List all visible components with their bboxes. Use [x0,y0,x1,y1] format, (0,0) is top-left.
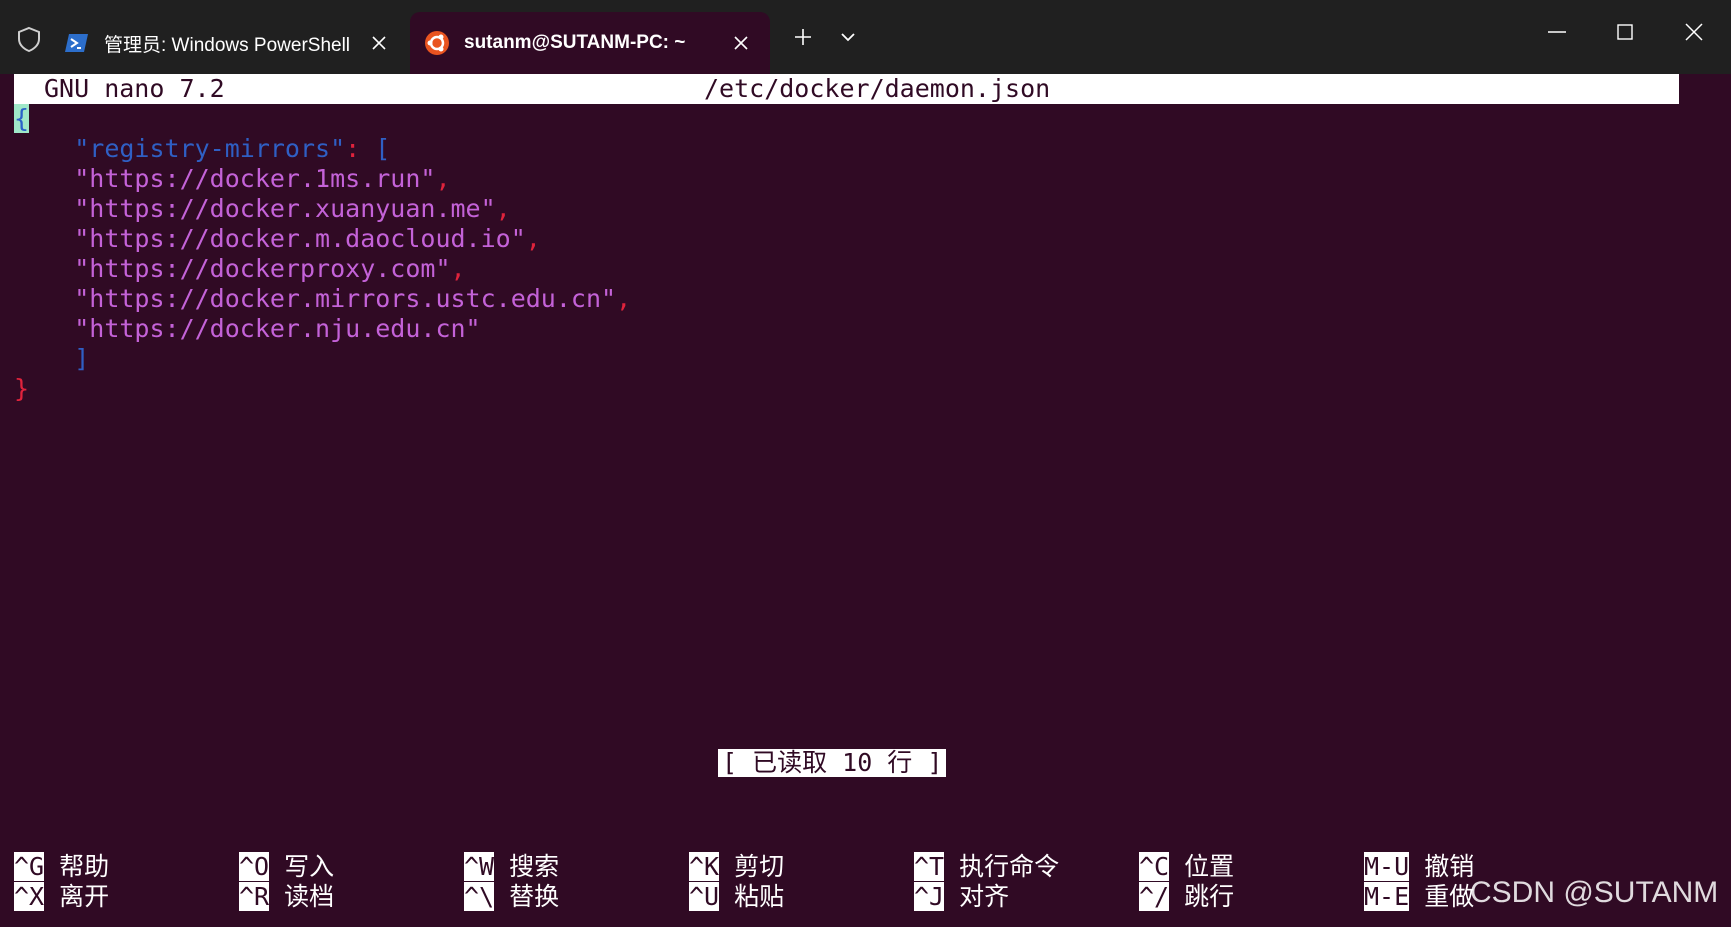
shortcut-key: ^O [239,852,270,881]
json-colon: : [345,134,361,163]
plus-icon [795,29,811,45]
shortcut-key: ^T [914,852,945,881]
maximize-button[interactable] [1592,10,1658,54]
shortcut-redo[interactable]: M-E 重做 [1364,882,1474,912]
code-line: "https://docker.mirrors.ustc.edu.cn", [14,284,631,314]
shortcut-location[interactable]: ^C 位置 [1139,852,1234,882]
shortcut-key: ^W [464,852,495,881]
shortcut-key: M-U [1364,852,1410,881]
shortcut-label: 跳行 [1184,882,1235,911]
tab-label: 管理员: Windows PowerShell [104,34,351,56]
shortcut-key: ^J [914,882,945,911]
shortcut-key: ^U [689,882,720,911]
shortcut-label: 位置 [1184,852,1235,881]
nano-version: GNU nano 7.2 [44,74,225,103]
shortcut-help[interactable]: ^G 帮助 [14,852,109,882]
shortcut-key: ^C [1139,852,1170,881]
status-message: [ 已读取 10 行 ] [718,749,947,777]
shield-icon[interactable] [14,24,44,54]
shortcut-read[interactable]: ^R 读档 [239,882,334,912]
shortcut-write[interactable]: ^O 写入 [239,852,334,882]
code-line: "registry-mirrors": [ [14,134,390,164]
code-line: "https://dockerproxy.com", [14,254,466,284]
file-name: /etc/docker/daemon.json [704,74,1051,103]
shortcut-key: ^K [689,852,720,881]
close-tab-icon[interactable] [726,28,756,58]
tab-label: sutanm@SUTANM-PC: ~ [464,32,686,53]
shortcut-label: 执行命令 [959,852,1060,881]
shortcut-label: 对齐 [959,882,1010,911]
minimize-icon [1548,31,1566,33]
json-brace-close: } [14,374,30,403]
new-tab-button[interactable] [783,20,823,54]
shortcut-label: 撤销 [1424,852,1475,881]
shortcut-label: 重做 [1424,882,1475,911]
shortcut-key: ^R [239,882,270,911]
mirror-url: "https://docker.xuanyuan.me" [74,194,496,223]
shortcut-label: 帮助 [59,852,110,881]
code-line: "https://docker.nju.edu.cn" [14,314,481,344]
json-comma: , [435,164,451,193]
shortcut-undo[interactable]: M-U 撤销 [1364,852,1474,882]
code-line: { [14,104,30,134]
maximize-icon [1617,24,1633,40]
shortcut-search[interactable]: ^W 搜索 [464,852,559,882]
ubuntu-icon [425,31,449,55]
terminal-area[interactable]: GNU nano 7.2 /etc/docker/daemon.json { "… [0,74,1731,927]
shortcut-paste[interactable]: ^U 粘贴 [689,882,784,912]
json-comma: , [616,284,632,313]
mirror-url: "https://docker.mirrors.ustc.edu.cn" [74,284,617,313]
shortcut-replace[interactable]: ^\ 替换 [464,882,559,912]
json-comma: , [525,224,541,253]
shortcut-key: ^G [14,852,45,881]
shortcut-goto-line[interactable]: ^/ 跳行 [1139,882,1234,912]
shortcut-key: ^\ [464,882,495,911]
shortcut-label: 替换 [509,882,560,911]
shortcut-key: ^/ [1139,882,1170,911]
shortcut-justify[interactable]: ^J 对齐 [914,882,1009,912]
shortcut-label: 读档 [284,882,335,911]
json-bracket-open: [ [375,134,391,163]
json-bracket-close: ] [74,344,90,373]
code-line: } [14,374,29,404]
tab-powershell[interactable]: 管理员: Windows PowerShell [50,12,408,74]
tab-ubuntu[interactable]: sutanm@SUTANM-PC: ~ [410,12,770,74]
nano-title-bar: GNU nano 7.2 /etc/docker/daemon.json [14,74,1679,104]
mirror-url: "https://docker.nju.edu.cn" [74,314,481,343]
code-line: "https://docker.1ms.run", [14,164,451,194]
shortcut-label: 粘贴 [734,882,785,911]
shortcut-key: ^X [14,882,45,911]
shortcut-label: 搜索 [509,852,560,881]
mirror-url: "https://docker.1ms.run" [74,164,436,193]
shortcut-exit[interactable]: ^X 离开 [14,882,109,912]
code-line: ] [14,344,89,374]
tab-dropdown-button[interactable] [828,20,868,54]
close-icon [1685,23,1703,41]
shortcut-label: 离开 [59,882,110,911]
shortcut-execute[interactable]: ^T 执行命令 [914,852,1059,882]
watermark: CSDN @SUTANM [1470,876,1719,909]
json-key: "registry-mirrors" [74,134,346,163]
code-line: "https://docker.m.daocloud.io", [14,224,541,254]
powershell-icon [65,34,88,52]
code-line: "https://docker.xuanyuan.me", [14,194,511,224]
close-tab-icon[interactable] [364,28,394,58]
json-comma: , [495,194,511,223]
shortcut-label: 剪切 [734,852,785,881]
shortcut-label: 写入 [284,852,335,881]
window-tab-bar: 管理员: Windows PowerShell sutanm@SUTANM-PC… [0,0,1731,74]
mirror-url: "https://dockerproxy.com" [74,254,451,283]
close-window-button[interactable] [1661,10,1727,54]
minimize-button[interactable] [1524,10,1590,54]
shortcut-key: M-E [1364,882,1410,911]
mirror-url: "https://docker.m.daocloud.io" [74,224,526,253]
shortcut-cut[interactable]: ^K 剪切 [689,852,784,882]
text-cursor: { [14,104,30,133]
chevron-down-icon [841,33,855,42]
json-comma: , [450,254,466,283]
